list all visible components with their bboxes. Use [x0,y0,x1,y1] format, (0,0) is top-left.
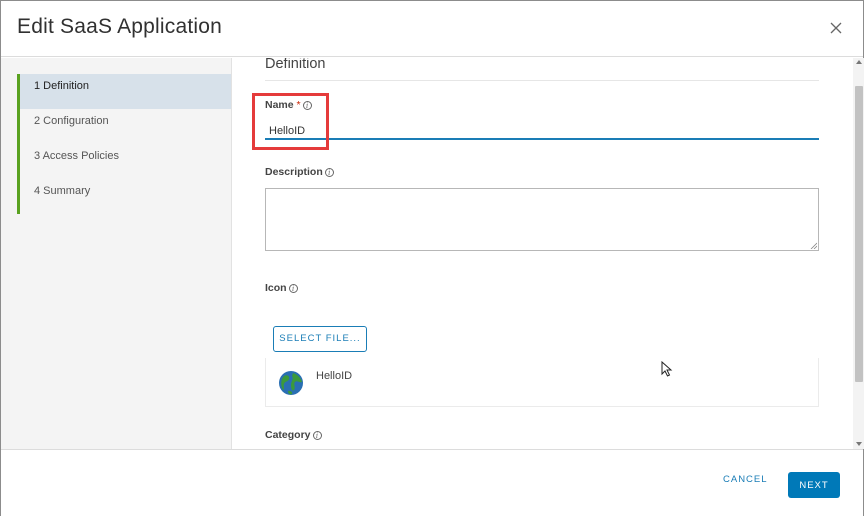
mouse-cursor-icon [661,361,673,377]
next-button[interactable]: NEXT [788,472,840,498]
icon-label: Icon i [265,282,298,294]
section-title: Definition [265,58,326,72]
required-marker: * [296,99,301,111]
wizard-steps: 1 Definition 2 Configuration 3 Access Po… [17,74,231,214]
dialog-footer: CANCEL NEXT [1,449,863,516]
scroll-thumb[interactable] [855,86,863,382]
section-divider [265,80,819,81]
name-info-icon[interactable]: i [302,101,312,110]
close-icon[interactable] [825,17,847,39]
select-file-button[interactable]: SELECT FILE... [273,326,367,352]
icon-info-icon[interactable]: i [288,284,298,293]
category-label: Category i [265,429,322,441]
category-info-icon[interactable]: i [312,431,322,440]
wizard-sidebar: 1 Definition 2 Configuration 3 Access Po… [1,58,232,449]
edit-saas-dialog: Edit SaaS Application 1 Definition 2 Con… [0,0,864,516]
resize-grip-icon[interactable] [810,242,817,249]
form-content: Definition Name *i Descriptioni Iconi SE… [233,58,853,449]
name-label: Name * i [265,99,312,111]
step-summary[interactable]: 4 Summary [20,179,231,214]
description-textarea[interactable] [265,188,819,251]
step-access-policies[interactable]: 3 Access Policies [20,144,231,179]
scroll-down-icon[interactable] [856,442,862,446]
content-scrollbar[interactable] [853,58,864,449]
step-configuration[interactable]: 2 Configuration [20,109,231,144]
file-name: HelloID [316,370,353,382]
dialog-title: Edit SaaS Application [17,15,223,38]
scroll-up-icon[interactable] [856,60,862,64]
cancel-button[interactable]: CANCEL [723,474,768,485]
step-definition[interactable]: 1 Definition [20,74,231,109]
globe-icon [279,371,303,395]
selected-file-row: HelloID [265,358,819,407]
description-label: Description i [265,166,334,178]
dialog-header: Edit SaaS Application [1,1,863,57]
description-info-icon[interactable]: i [324,168,334,177]
name-input[interactable] [265,124,819,140]
